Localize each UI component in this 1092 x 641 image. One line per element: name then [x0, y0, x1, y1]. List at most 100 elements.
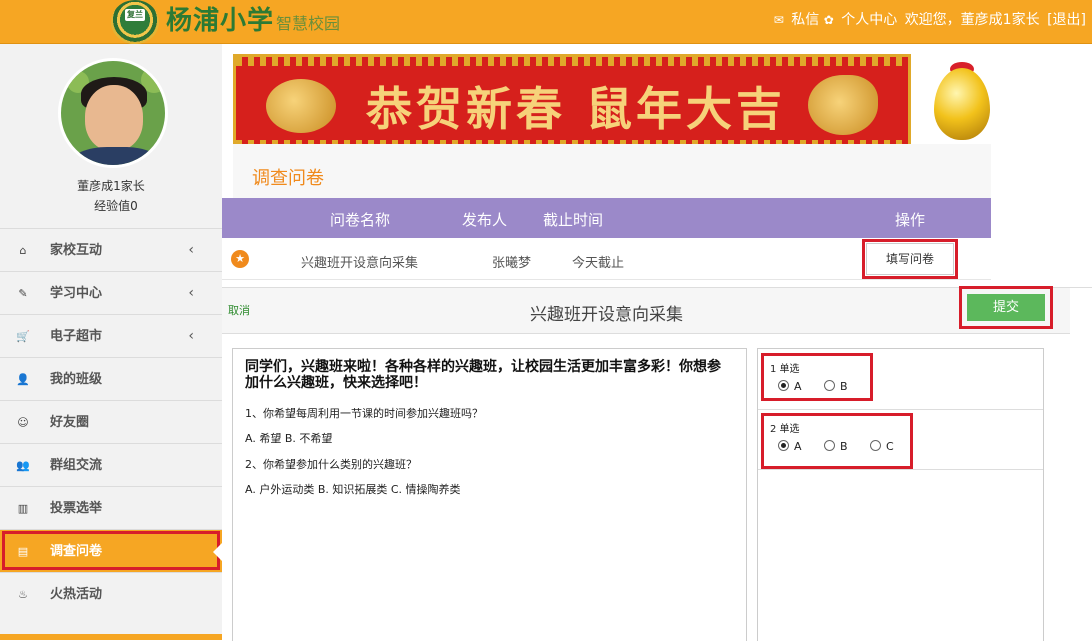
option-label: C — [886, 440, 894, 453]
option-label: B — [840, 440, 848, 453]
answer-divider — [758, 469, 1043, 470]
banner-text: 恭贺新春 鼠年大吉 — [366, 82, 787, 136]
sidebar-item-1[interactable]: ✎ 学习中心 ‹ — [0, 271, 222, 314]
sidebar-item-label: 我的班级 — [50, 372, 103, 387]
welcome-text: 欢迎您，董彦成1家长 — [904, 12, 1040, 28]
answer-2-option-c[interactable]: C — [870, 440, 894, 453]
star-icon: ★ — [231, 250, 249, 268]
survey-deadline: 今天截止 — [572, 256, 625, 271]
fill-survey-button[interactable]: 填写问卷 — [862, 239, 958, 279]
home-icon: ⌂ — [19, 244, 27, 257]
edit-icon: ✎ — [18, 287, 28, 300]
new-year-banner: 恭贺新春 鼠年大吉 — [233, 54, 911, 152]
radio-checked-icon[interactable] — [778, 380, 789, 391]
option-label: A — [794, 440, 802, 453]
sidebar-item-label: 电子超市 — [50, 329, 103, 344]
chevron-left-icon: ‹ — [188, 328, 194, 344]
question-1-options: A. 希望 B. 不希望 — [245, 432, 333, 445]
option-label: A — [794, 380, 802, 393]
school-logo[interactable]: 复兰 — [111, 0, 159, 44]
file-icon: ▤ — [17, 545, 29, 558]
answer-2: 2 单选 A B C — [761, 413, 913, 469]
question-2-options: A. 户外运动类 B. 知识拓展类 C. 情操陶养类 — [245, 483, 461, 496]
chevron-left-icon: ‹ — [188, 242, 194, 258]
radio-icon[interactable] — [870, 440, 881, 451]
user-experience: 经验值0 — [94, 199, 138, 213]
sidebar-item-label: 家校互动 — [50, 243, 103, 258]
section-title: 调查问卷 — [252, 168, 324, 189]
sidebar-item-4[interactable]: ☺ 好友圈 — [0, 400, 222, 443]
sidebar-item-6[interactable]: ▥ 投票选举 — [0, 486, 222, 529]
answer-2-option-a[interactable]: A — [778, 440, 802, 453]
column-header-name: 问卷名称 — [330, 211, 391, 229]
modal-title: 兴趣班开设意向采集 — [530, 305, 683, 325]
answer-1: 1 单选 A B — [761, 353, 873, 401]
question-2: 2、你希望参加什么类别的兴趣班？ — [245, 458, 417, 471]
sidebar-item-7[interactable]: ▤ 调查问卷 — [0, 529, 222, 572]
survey-publisher: 张曦梦 — [492, 256, 532, 271]
school-name: 杨浦小学 — [166, 6, 275, 36]
sidebar-item-2[interactable]: 🛒 电子超市 ‹ — [0, 314, 222, 357]
banner-border — [236, 57, 908, 66]
rat-icon — [808, 75, 878, 135]
question-1: 1、你希望每周利用一节课的时间参加兴趣班吗？ — [245, 407, 483, 420]
sidebar: 董彦成1家长 经验值0 ⌂ 家校互动 ‹ ✎ 学习中心 ‹ 🛒 电子超市 ‹ 👤 我的班级 ☺ 好友圈 👥… — [0, 44, 222, 640]
logout-link[interactable]: [退出] — [1047, 12, 1086, 28]
avatar-face — [85, 85, 143, 151]
answer-1-option-a[interactable]: A — [778, 380, 802, 393]
sidebar-footer-bar — [0, 634, 222, 640]
survey-table-header: 问卷名称 发布人 截止时间 操作 — [222, 198, 991, 238]
column-header-deadline: 截止时间 — [543, 211, 604, 229]
sidebar-item-label: 学习中心 — [50, 286, 103, 301]
question-panel: 同学们，兴趣班来啦！各种各样的兴趣班，让校园生活更加丰富多彩！你想参加什么兴趣班… — [232, 348, 747, 641]
survey-modal: 取消 兴趣班开设意向采集 提交 同学们，兴趣班来啦！各种各样的兴趣班，让校园生活… — [222, 286, 1092, 641]
option-label: B — [840, 380, 848, 393]
sidebar-item-5[interactable]: 👥 群组交流 — [0, 443, 222, 486]
sidebar-menu: ⌂ 家校互动 ‹ ✎ 学习中心 ‹ 🛒 电子超市 ‹ 👤 我的班级 ☺ 好友圈 👥 群组交流 ▥ 投票选举 ▤ 调查… — [0, 228, 222, 615]
messages-link[interactable]: 私信 — [791, 12, 819, 28]
school-subtitle: 智慧校园 — [276, 14, 341, 33]
cancel-link[interactable]: 取消 — [228, 302, 250, 318]
smile-icon: ☺ — [17, 416, 29, 429]
cart-icon: 🛒 — [16, 330, 30, 343]
bar-chart-icon: ▥ — [17, 502, 29, 515]
top-header: 复兰 杨浦小学 智慧校园 ✉ 私信 ✿ 个人中心 欢迎您，董彦成1家长 [退出] — [0, 0, 1092, 44]
answer-divider — [758, 409, 1043, 410]
answer-1-option-b[interactable]: B — [824, 380, 848, 393]
column-header-publisher: 发布人 — [462, 211, 508, 229]
survey-intro: 同学们，兴趣班来啦！各种各样的兴趣班，让校园生活更加丰富多彩！你想参加什么兴趣班… — [245, 359, 721, 391]
radio-icon[interactable] — [824, 380, 835, 391]
answer-2-option-b[interactable]: B — [824, 440, 848, 453]
sidebar-item-label: 群组交流 — [50, 458, 103, 473]
chevron-left-icon: ‹ — [188, 285, 194, 301]
column-header-action: 操作 — [895, 211, 926, 229]
sidebar-item-label: 调查问卷 — [50, 544, 103, 559]
sidebar-item-label: 火热活动 — [50, 587, 103, 602]
school-brand: 杨浦小学 智慧校园 — [166, 4, 340, 38]
sidebar-item-label: 好友圈 — [50, 415, 90, 430]
modal-header: 取消 兴趣班开设意向采集 提交 — [222, 286, 1070, 334]
avatar-shirt — [71, 147, 161, 165]
users-icon: 👥 — [16, 459, 30, 472]
user-name: 董彦成1家长 — [77, 179, 145, 193]
survey-name[interactable]: 兴趣班开设意向采集 — [301, 252, 418, 271]
sidebar-item-label: 投票选举 — [50, 501, 103, 516]
sidebar-item-8[interactable]: ♨ 火热活动 — [0, 572, 222, 615]
radio-icon[interactable] — [824, 440, 835, 451]
gear-icon[interactable]: ✿ — [824, 13, 834, 27]
avatar[interactable] — [58, 58, 168, 168]
sidebar-item-0[interactable]: ⌂ 家校互动 ‹ — [0, 228, 222, 271]
answer-1-label: 1 单选 — [770, 364, 800, 375]
submit-button[interactable]: 提交 — [959, 286, 1053, 329]
fire-icon: ♨ — [18, 588, 28, 601]
survey-section-header: 调查问卷 — [233, 144, 991, 198]
user-icon: 👤 — [16, 373, 30, 386]
profile-link[interactable]: 个人中心 — [841, 12, 897, 28]
golden-egg-icon[interactable] — [934, 68, 990, 140]
radio-checked-icon[interactable] — [778, 440, 789, 451]
answer-panel: 1 单选 A B 2 单选 A B C — [757, 348, 1044, 641]
answer-2-label: 2 单选 — [770, 424, 800, 435]
logo-badge-text: 复兰 — [125, 9, 145, 21]
envelope-icon[interactable]: ✉ — [774, 13, 784, 27]
sidebar-item-3[interactable]: 👤 我的班级 — [0, 357, 222, 400]
